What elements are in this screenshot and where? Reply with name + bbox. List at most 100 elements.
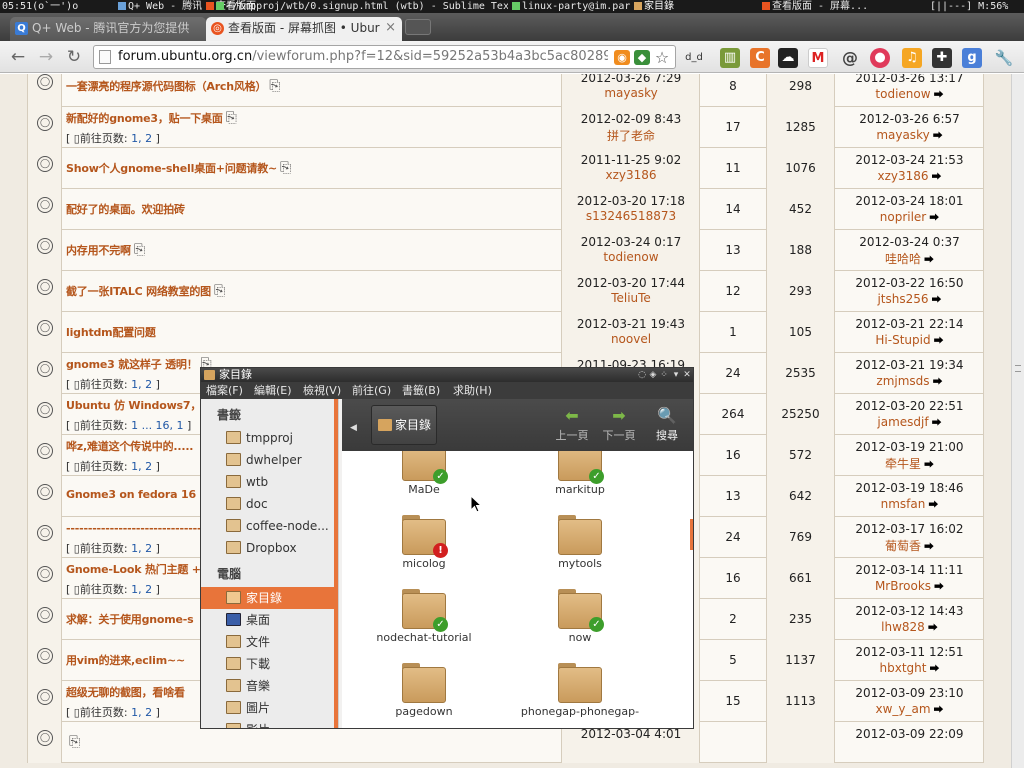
page-scrollbar[interactable] xyxy=(1011,74,1024,768)
author-link[interactable]: xzy3186 xyxy=(562,168,700,182)
url-text[interactable]: forum.ubuntu.org.cn/viewforum.php?f=12&s… xyxy=(118,48,608,66)
go-to-last-post-icon[interactable]: ⮕ xyxy=(932,172,942,183)
go-to-last-post-icon[interactable]: ⮕ xyxy=(933,131,943,142)
last-poster-link[interactable]: lhw828 xyxy=(881,620,925,634)
sidebar-item-documents[interactable]: 文件 xyxy=(201,631,334,653)
tab-qq-web[interactable]: Q Q+ Web - 腾讯官方为您提供 xyxy=(10,17,206,41)
file-item-mytools[interactable]: mytools xyxy=(505,515,655,570)
last-poster-link[interactable]: mayasky xyxy=(876,128,929,142)
ext-weather-icon[interactable]: ☁ xyxy=(778,48,798,68)
sidebar-item-dropbox[interactable]: Dropbox xyxy=(201,537,334,559)
go-to-last-post-icon[interactable]: ⮕ xyxy=(929,664,939,675)
go-to-last-post-icon[interactable]: ⮕ xyxy=(933,377,943,388)
taskbar-item-browser2[interactable]: 查看版面 - 屏幕... xyxy=(762,0,928,13)
sidebar-item-music[interactable]: 音樂 xyxy=(201,675,334,697)
sidebar-item-doc[interactable]: doc xyxy=(201,493,334,515)
window-titlebar[interactable]: 家目錄 ◌ ◈ ⁘ ▾ ✕ xyxy=(201,368,693,382)
address-bar[interactable]: forum.ubuntu.org.cn/viewforum.php?f=12&s… xyxy=(93,45,676,69)
topic-title-link[interactable]: Show个人gnome-shell桌面+问题请教~ ⎘ xyxy=(66,160,291,176)
ext-dd-icon[interactable]: d_d xyxy=(684,48,704,68)
window-close-icon[interactable]: ✕ xyxy=(682,368,692,382)
page-links[interactable]: 1, 2 xyxy=(131,378,152,391)
forward-button[interactable]: ➡ 下一頁 xyxy=(599,405,639,443)
page-links[interactable]: 1, 2 xyxy=(131,583,152,596)
rss-icon[interactable]: ◉ xyxy=(614,50,630,65)
ext-c-icon[interactable]: C xyxy=(750,48,770,68)
bookmark-star-icon[interactable]: ☆ xyxy=(654,50,670,66)
sidebar-item-coffee-node[interactable]: coffee-node... xyxy=(201,515,334,537)
path-toggle-icon[interactable]: ◀ xyxy=(350,423,359,433)
ext-swirl-icon[interactable]: @ xyxy=(840,48,860,68)
breadcrumb-home-button[interactable]: 家目錄 xyxy=(371,405,437,445)
sidebar-item-dwhelper[interactable]: dwhelper xyxy=(201,449,334,471)
back-button[interactable]: ← xyxy=(6,45,30,69)
last-poster-link[interactable]: 牵牛星 xyxy=(885,457,921,471)
go-to-last-post-icon[interactable]: ⮕ xyxy=(932,418,942,429)
go-to-last-post-icon[interactable]: ⮕ xyxy=(932,295,942,306)
go-to-last-post-icon[interactable]: ⮕ xyxy=(934,582,944,593)
taskbar-item-qq[interactable]: Q+ Web - 腾讯官方为您提供 xyxy=(118,0,202,13)
page-links[interactable]: 1, 2 xyxy=(131,706,152,719)
scrollbar-grip[interactable] xyxy=(1015,365,1021,372)
ext-pocket-icon[interactable]: ● xyxy=(870,48,890,68)
ext-green-icon[interactable]: ▥ xyxy=(720,48,740,68)
last-poster-link[interactable]: nmsfan xyxy=(881,497,926,511)
taskbar-item-sublime[interactable]: ~/tmpproj/wtb/0.signup.html (wtb) - Subl… xyxy=(216,0,508,13)
author-link[interactable]: s13246518873 xyxy=(562,209,700,223)
menu-edit[interactable]: 編輯(E) xyxy=(254,382,292,399)
sidebar-item-pictures[interactable]: 圖片 xyxy=(201,697,334,719)
page-links[interactable]: 1 ... 16, 1 xyxy=(131,419,183,432)
gmail-icon[interactable]: M xyxy=(808,48,828,68)
menu-bookmarks[interactable]: 書籤(B) xyxy=(402,382,440,399)
icon-view-scrollbar[interactable] xyxy=(690,519,693,550)
topic-title-link[interactable]: 求解：关于使用gnome-s xyxy=(66,611,194,627)
file-item-micolog[interactable]: ! micolog xyxy=(349,515,499,570)
ext-puzzle-icon[interactable]: ✚ xyxy=(932,48,952,68)
topic-title-link[interactable]: 超级无聊的截图，看啥看 xyxy=(66,684,185,700)
google-icon[interactable]: g xyxy=(962,48,982,68)
menu-file[interactable]: 檔案(F) xyxy=(206,382,243,399)
file-item-pagedown[interactable]: pagedown xyxy=(349,663,499,718)
sidebar-item-desktop[interactable]: 桌面 xyxy=(201,609,334,631)
last-poster-link[interactable]: 哇哈哈 xyxy=(885,252,921,266)
topic-title-link[interactable]: 截了一张ITALC 网络教室的图 ⎘ xyxy=(66,283,225,299)
sidebar-item-downloads[interactable]: 下載 xyxy=(201,653,334,675)
window-menu-icon[interactable]: ⁘ xyxy=(659,368,669,382)
sidebar-item-tmpproj[interactable]: tmpproj xyxy=(201,427,334,449)
page-links[interactable]: 1, 2 xyxy=(131,542,152,555)
go-to-last-post-icon[interactable]: ⮕ xyxy=(924,460,934,471)
author-link[interactable]: todienow xyxy=(562,250,700,264)
topic-title-link[interactable]: 内存用不完啊 ⎘ xyxy=(66,242,145,258)
last-poster-link[interactable]: 葡萄香 xyxy=(885,539,921,553)
topic-title-link[interactable]: 新配好的gnome3，贴一下桌面 ⎘ xyxy=(66,110,237,126)
file-item-now[interactable]: ✓ now xyxy=(505,589,655,644)
window-shade-icon[interactable]: ◌ xyxy=(637,368,647,382)
go-to-last-post-icon[interactable]: ⮕ xyxy=(924,542,934,553)
last-poster-link[interactable]: todienow xyxy=(875,87,930,101)
back-button[interactable]: ⬅ 上一頁 xyxy=(552,405,592,443)
menu-help[interactable]: 求助(H) xyxy=(453,382,492,399)
go-to-last-post-icon[interactable]: ⮕ xyxy=(924,255,934,266)
last-poster-link[interactable]: xw_y_am xyxy=(875,702,930,716)
last-poster-link[interactable]: xzy3186 xyxy=(877,169,928,183)
tab-close-icon[interactable]: × xyxy=(385,17,396,39)
sidebar-scrollbar[interactable] xyxy=(334,399,338,728)
file-item-nodechat-tutorial[interactable]: ✓ nodechat-tutorial xyxy=(349,589,499,644)
topic-title-link[interactable]: gnome3 就这样子 透明！ ⎘ xyxy=(66,356,212,372)
ext-music-icon[interactable]: ♫ xyxy=(902,48,922,68)
go-to-last-post-icon[interactable]: ⮕ xyxy=(934,336,944,347)
topic-title-link[interactable]: 哗z,难道这个传说中的..... xyxy=(66,438,193,454)
last-poster-link[interactable]: Hi-Stupid xyxy=(875,333,930,347)
sidebar-item-videos[interactable]: 影片 xyxy=(201,719,334,728)
file-item-phonegap[interactable]: phonegap-phonegap- xyxy=(505,663,655,718)
go-to-last-post-icon[interactable]: ⮕ xyxy=(929,213,939,224)
topic-title-link[interactable]: 一套漂亮的程序源代码图标（Arch风格） ⎘ xyxy=(66,78,280,94)
last-poster-link[interactable]: MrBrooks xyxy=(875,579,931,593)
topic-title-link[interactable]: 用vim的进来,eclim~~ xyxy=(66,652,185,668)
topic-title-link[interactable]: 配好了的桌面。欢迎拍砖 xyxy=(66,201,185,217)
author-link[interactable]: 拼了老命 xyxy=(562,127,700,144)
file-icon-view[interactable]: ✓ MaDe ✓ markitup ! micolog mytools ✓ no… xyxy=(342,451,693,728)
last-poster-link[interactable]: nopriler xyxy=(880,210,926,224)
last-poster-link[interactable]: jtshs256 xyxy=(877,292,928,306)
page-links[interactable]: 1, 2 xyxy=(131,460,152,473)
